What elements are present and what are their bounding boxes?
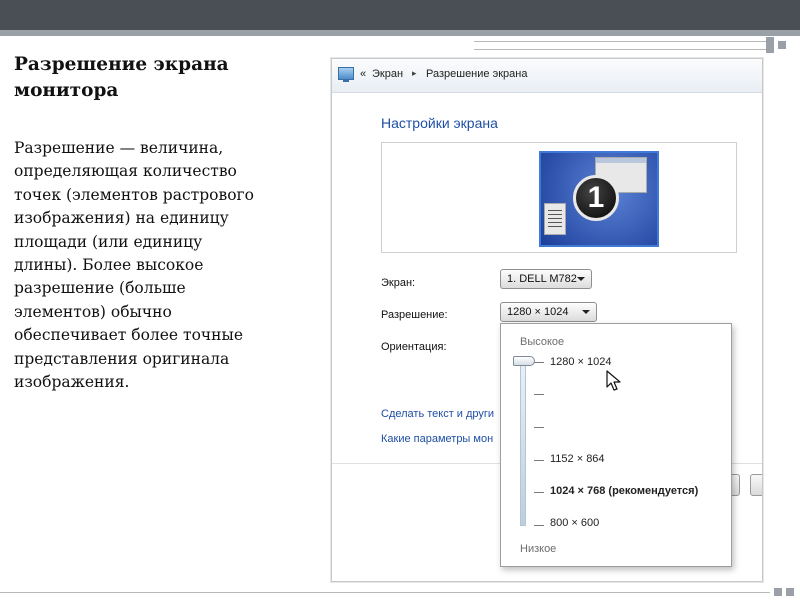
text-size-link[interactable]: Сделать текст и други [381,408,494,420]
orientation-label: Ориентация: [381,341,447,353]
slider-tick [534,525,544,526]
display-icon [338,67,354,82]
high-label: Высокое [520,336,565,348]
decorative-square [778,41,786,49]
slide-title-line: Разрешение экрана [14,54,229,75]
decorative-square [774,588,782,596]
resolution-select[interactable]: 1280 × 1024 [500,302,597,322]
screen-select-value: 1. DELL M782 [507,273,577,285]
resolution-label: Разрешение: [381,309,448,321]
body-line: разрешение (больше [14,279,186,298]
slider-tick [534,362,544,363]
decorative-square [766,37,774,45]
decorative-line [474,49,774,50]
address-bar: « Экран ▸ Разрешение экрана [332,59,762,93]
resolution-option[interactable]: 1152 × 864 [550,453,605,465]
display-preview: 1 [381,142,737,253]
screen-select[interactable]: 1. DELL M782 [500,269,592,289]
resolution-slider-popup: Высокое 1280 × 1024 1152 × 864 1024 × 76… [500,323,732,567]
cursor-icon [606,370,621,391]
back-button[interactable]: « [360,68,366,80]
body-line: элементов) обычно [14,302,172,321]
decorative-line [474,41,774,42]
slider-tick [534,394,544,395]
dialog-button[interactable] [750,474,762,496]
body-line: площади (или единицу [14,232,203,251]
monitor-icon[interactable]: 1 [539,151,659,247]
slider-tick [534,460,544,461]
body-line: представления оригинала [14,349,230,368]
monitor-number: 1 [573,175,619,221]
low-label: Низкое [520,543,557,555]
slide-body-text: Разрешение — величина, определяющая коли… [14,137,304,394]
body-line: длины). Более высокое [14,256,204,275]
body-line: изображения. [14,373,130,392]
decorative-square [786,588,794,596]
slide-top-stripe [0,30,800,36]
resolution-select-value: 1280 × 1024 [507,306,569,318]
window-thumbnail [544,203,566,235]
body-line: Разрешение — величина, [14,139,224,157]
monitor-settings-link[interactable]: Какие параметры мон [381,433,493,445]
body-line: обеспечивает более точные [14,326,244,345]
screen-resolution-window: « Экран ▸ Разрешение экрана Настройки эк… [331,58,763,582]
body-line: изображения) на единицу [14,209,229,228]
decorative-line [0,592,770,593]
slider-tick [534,427,544,428]
slide-title: Разрешение экрана монитора [14,52,304,104]
breadcrumb-screen[interactable]: Экран [372,68,403,80]
slider-tick [534,492,544,493]
screen-label: Экран: [381,277,416,289]
breadcrumb-separator-icon[interactable]: ▸ [412,68,417,79]
dropdown-arrow-icon [582,310,590,314]
body-line: определяющая количество [14,162,237,181]
slide-top-bar [0,0,800,30]
body-line: точек (элементов растрового [14,185,254,204]
section-title: Настройки экрана [381,115,498,131]
resolution-option[interactable]: 800 × 600 [550,517,599,529]
breadcrumb-resolution[interactable]: Разрешение экрана [426,68,527,80]
resolution-slider-thumb[interactable] [513,356,535,366]
resolution-slider-track[interactable] [520,362,526,526]
dropdown-arrow-icon [577,277,585,281]
resolution-option[interactable]: 1024 × 768 (рекомендуется) [550,485,698,497]
resolution-option[interactable]: 1280 × 1024 [550,356,611,368]
slide-title-line: монитора [14,80,119,101]
decorative-square [766,45,774,53]
